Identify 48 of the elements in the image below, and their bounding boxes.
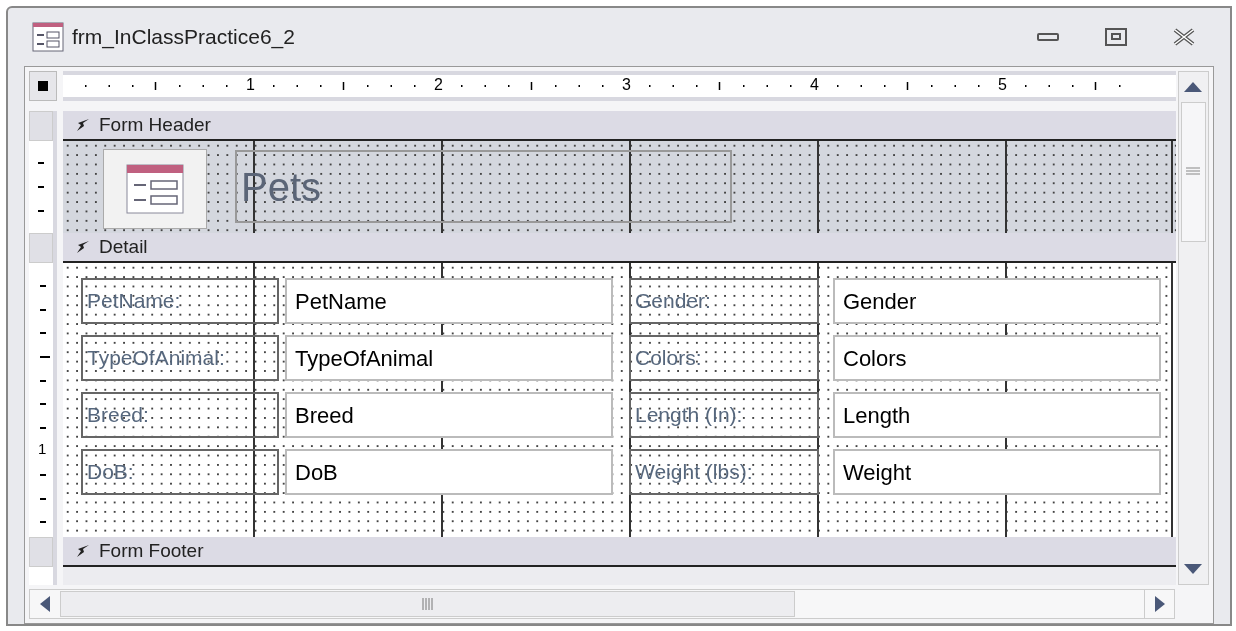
form-icon bbox=[126, 164, 184, 214]
form-icon bbox=[32, 22, 64, 52]
field-label[interactable]: Weight (lbs): bbox=[629, 449, 819, 495]
horizontal-scrollbar[interactable] bbox=[29, 589, 1175, 619]
field-label[interactable]: Gender: bbox=[629, 278, 819, 324]
ruler-ticks bbox=[38, 162, 44, 212]
field-label[interactable]: Length (In): bbox=[629, 392, 819, 438]
field-label[interactable]: Breed: bbox=[81, 392, 279, 438]
window-title: frm_InClassPractice6_2 bbox=[72, 24, 295, 51]
section-title: Form Header bbox=[99, 112, 211, 137]
text-box[interactable]: Breed bbox=[285, 392, 613, 438]
field-label[interactable]: DoB: bbox=[81, 449, 279, 495]
text-box[interactable]: TypeOfAnimal bbox=[285, 335, 613, 381]
text-box[interactable]: Weight bbox=[833, 449, 1161, 495]
ruler-number: 3 bbox=[622, 75, 631, 95]
text-box[interactable]: Length bbox=[833, 392, 1161, 438]
field-label[interactable]: Colors: bbox=[629, 335, 819, 381]
right-arrow-icon bbox=[1154, 596, 1165, 612]
section-bar[interactable]: Detail bbox=[63, 233, 1176, 263]
vertical-scrollbar[interactable] bbox=[1177, 71, 1209, 585]
section-title: Detail bbox=[99, 234, 148, 259]
section-bar[interactable]: Form Footer bbox=[63, 537, 1176, 567]
left-arrow-icon bbox=[40, 596, 50, 612]
ruler-number: 1 bbox=[38, 441, 47, 457]
restore-icon bbox=[1105, 28, 1127, 46]
text-box[interactable]: Colors bbox=[833, 335, 1161, 381]
ruler-number: 1 bbox=[246, 75, 255, 95]
up-arrow-icon bbox=[1184, 82, 1203, 92]
text-box[interactable]: DoB bbox=[285, 449, 613, 495]
scroll-thumb[interactable] bbox=[1180, 102, 1206, 242]
minimize-icon bbox=[1037, 32, 1059, 42]
field-label[interactable]: TypeOfAnimal: bbox=[81, 335, 279, 381]
close-icon bbox=[1172, 28, 1196, 46]
ruler-number: 2 bbox=[434, 75, 443, 95]
section-title: Form Footer bbox=[99, 538, 204, 563]
grip-icon bbox=[421, 598, 434, 610]
text-box[interactable]: PetName bbox=[285, 278, 613, 324]
field-label[interactable]: PetName: bbox=[81, 278, 279, 324]
ruler-number: 5 bbox=[998, 75, 1007, 95]
grip-icon bbox=[1186, 167, 1201, 177]
section-bar[interactable]: Form Header bbox=[63, 111, 1176, 141]
form-icon-box[interactable] bbox=[103, 149, 207, 229]
text-box[interactable]: Gender bbox=[833, 278, 1161, 324]
scroll-thumb[interactable] bbox=[60, 591, 795, 617]
ruler-number: 4 bbox=[810, 75, 819, 95]
square-icon bbox=[38, 81, 48, 91]
down-arrow-icon bbox=[1184, 564, 1203, 574]
select-form-button[interactable] bbox=[29, 71, 57, 101]
